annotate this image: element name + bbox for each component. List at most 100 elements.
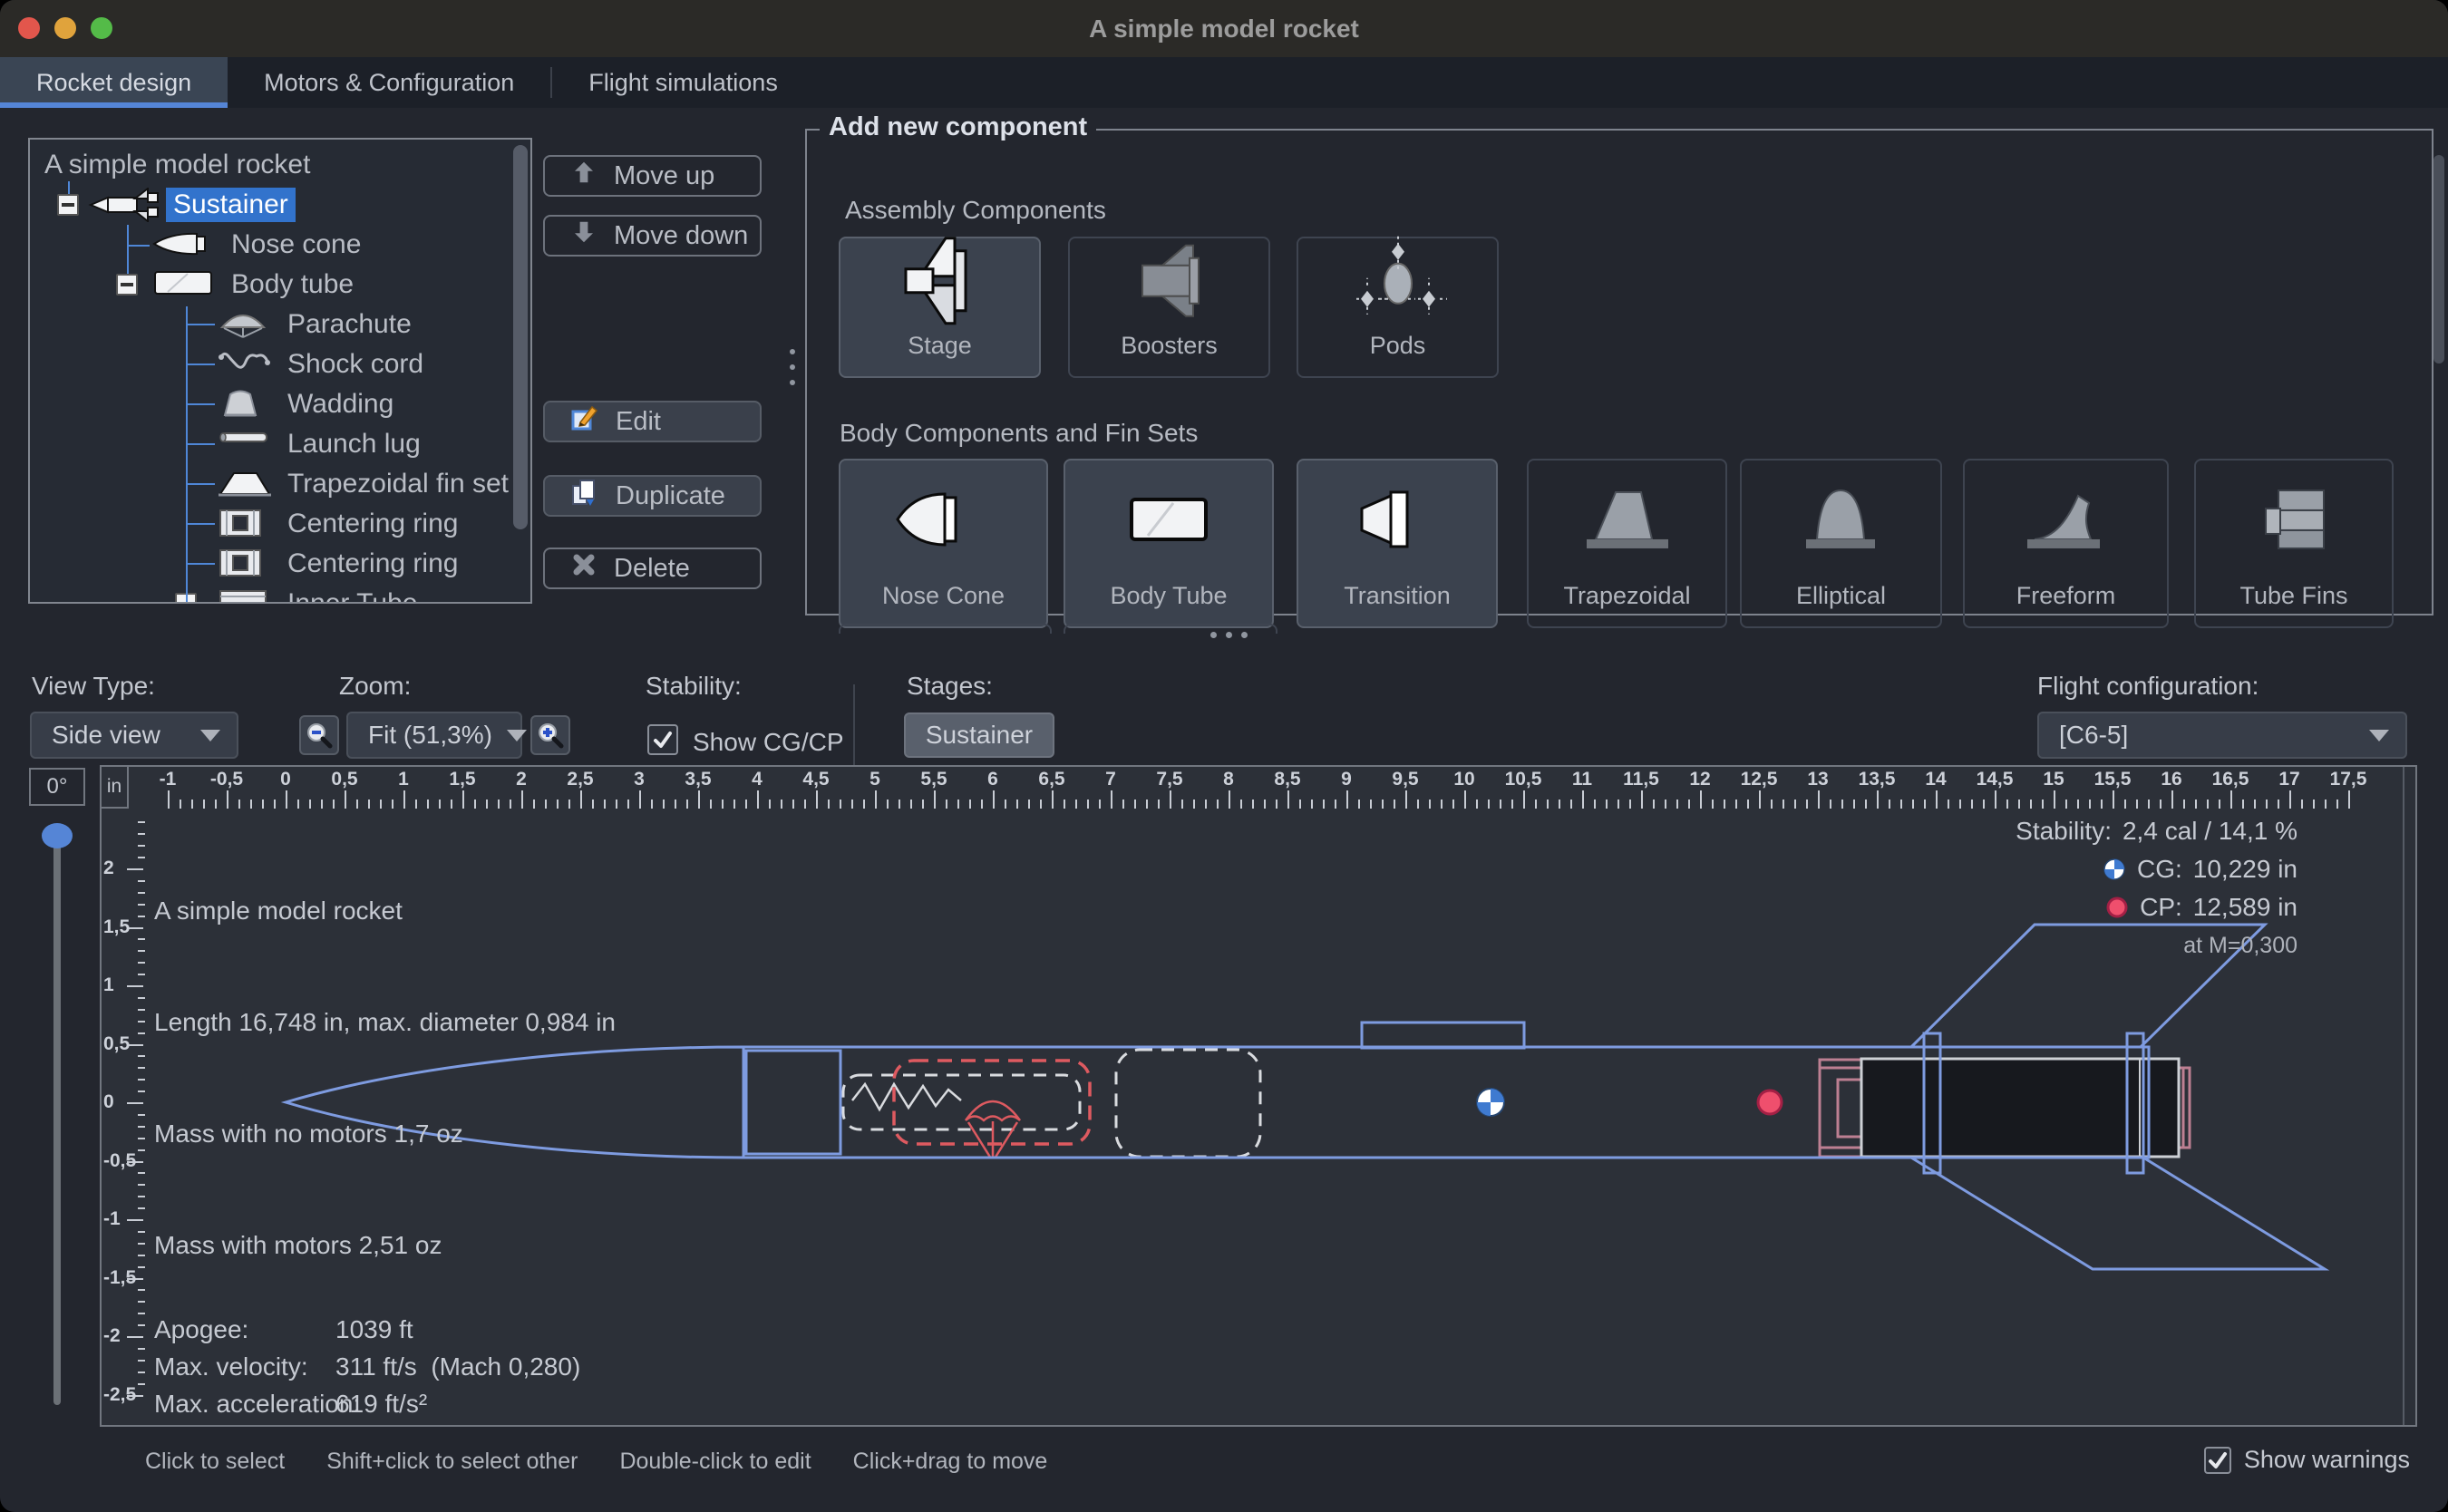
button-label: Move up	[614, 161, 714, 191]
fin-freeform-lg-icon	[2007, 473, 2125, 570]
rocket-length-line: Length 16,748 in, max. diameter 0,984 in	[154, 1003, 616, 1041]
show-cgcp-checkbox[interactable]	[647, 724, 678, 755]
motor-outline[interactable]	[1861, 1059, 2179, 1157]
tree-item-label[interactable]: Shock cord	[280, 347, 431, 382]
tab-rocket-design[interactable]: Rocket design	[0, 57, 228, 108]
rocket-stage-icon	[88, 188, 160, 222]
tree-connector	[186, 363, 215, 365]
edit-icon	[570, 403, 599, 440]
tree-item-centering-ring[interactable]: Centering ring	[30, 546, 530, 582]
velocity-value: 311 ft/s (Mach 0,280)	[335, 1348, 580, 1385]
zoom-in-button[interactable]	[530, 715, 570, 755]
shock-cord-outline[interactable]	[843, 1075, 1080, 1129]
cg-label: CG:	[2137, 850, 2182, 888]
canvas-scrollbar[interactable]	[2403, 767, 2404, 1425]
tree-item-inner-tube[interactable]: Inner Tube	[30, 586, 530, 604]
shock-cord-line[interactable]	[852, 1084, 961, 1110]
component-button-label: Transition	[1344, 582, 1451, 610]
add-component-title: Add new component	[820, 112, 1096, 142]
flight-config-select[interactable]: [C6-5]	[2037, 712, 2407, 759]
launch-lug-outline[interactable]	[1362, 1023, 1524, 1048]
tree-item-label[interactable]: Centering ring	[280, 547, 465, 581]
add-pods-button[interactable]: Pods	[1297, 237, 1499, 378]
tree-item-label[interactable]: Wadding	[280, 387, 401, 422]
parachute-glyph[interactable]	[966, 1101, 1020, 1158]
vertical-splitter-handle[interactable]	[1210, 632, 1248, 638]
tree-item-label[interactable]: Nose cone	[224, 228, 368, 262]
tree-item-label[interactable]: Inner Tube	[280, 586, 424, 604]
tree-item-shock-cord[interactable]: Shock cord	[30, 346, 530, 383]
stage-toggle-sustainer[interactable]: Sustainer	[904, 712, 1054, 758]
show-warnings-control: Show warnings	[2204, 1446, 2410, 1474]
zoom-out-button[interactable]	[299, 715, 339, 755]
view-type-select[interactable]: Side view	[30, 712, 238, 759]
stability-line-label: Stability:	[2016, 812, 2112, 850]
add-body-tube-button[interactable]: Body Tube	[1064, 459, 1274, 628]
parachute-icon	[217, 307, 269, 340]
tree-item-label[interactable]: Body tube	[224, 267, 361, 302]
delete-button[interactable]: Delete	[543, 548, 762, 589]
component-button-label: Body Tube	[1110, 582, 1227, 610]
fin-bottom-outline[interactable]	[1911, 1158, 2325, 1269]
add-transition-button[interactable]: Transition	[1297, 459, 1498, 628]
tree-item-label[interactable]: Parachute	[280, 307, 419, 342]
add-elliptical-button[interactable]: Elliptical	[1740, 459, 1942, 628]
transition-lg-icon	[1338, 473, 1456, 570]
zoom-level-select[interactable]: Fit (51,3%)	[346, 712, 522, 759]
tree-item-nose-cone[interactable]: Nose cone	[30, 227, 530, 263]
tree-item-label[interactable]: Launch lug	[280, 427, 428, 461]
stability-line-value: 2,4 cal / 14,1 %	[2123, 812, 2297, 850]
stability-label: Stability:	[646, 672, 742, 701]
tree-connector	[186, 563, 215, 565]
tree-item-label[interactable]: Sustainer	[166, 188, 296, 222]
tree-item-parachute[interactable]: Parachute	[30, 306, 530, 343]
rocket-info-block: A simple model rocket Length 16,748 in, …	[154, 818, 616, 1338]
tree-expand-toggle[interactable]	[116, 274, 138, 296]
add-trapezoidal-button[interactable]: Trapezoidal	[1527, 459, 1727, 628]
panel-splitter-handle[interactable]	[790, 349, 795, 385]
tree-item-trapezoidal-fin-set[interactable]: Trapezoidal fin set	[30, 466, 530, 502]
duplicate-button[interactable]: Duplicate	[543, 475, 762, 517]
rocket-mass-motors-line: Mass with motors 2,51 oz	[154, 1226, 616, 1264]
tree-root-item[interactable]: A simple model rocket	[44, 147, 310, 183]
rocket-name-line: A simple model rocket	[154, 892, 616, 929]
rotation-slider-knob[interactable]	[42, 823, 73, 848]
add-stage-button[interactable]: Stage	[839, 237, 1041, 378]
tree-item-label[interactable]: Trapezoidal fin set	[280, 467, 516, 501]
wadding-outline[interactable]	[1116, 1050, 1260, 1157]
body-tube-lg-icon	[1110, 473, 1228, 570]
tree-item-body-tube[interactable]: Body tube	[30, 267, 530, 303]
add-boosters-button[interactable]: Boosters	[1068, 237, 1270, 378]
tree-expand-toggle[interactable]	[57, 194, 79, 216]
nose-shoulder-outline[interactable]	[746, 1051, 840, 1154]
tree-connector	[186, 483, 215, 485]
tree-connector	[186, 324, 215, 325]
button-label: Move down	[614, 221, 748, 251]
move-up-button[interactable]: Move up	[543, 155, 762, 197]
edit-button[interactable]: Edit	[543, 401, 762, 442]
tree-scrollbar[interactable]	[513, 145, 528, 529]
tree-item-centering-ring[interactable]: Centering ring	[30, 506, 530, 542]
tree-item-wadding[interactable]: Wadding	[30, 386, 530, 422]
hint-text: Shift+click to select other	[326, 1449, 578, 1475]
show-warnings-checkbox[interactable]	[2204, 1447, 2231, 1474]
move-down-button[interactable]: Move down	[543, 215, 762, 257]
tree-item-launch-lug[interactable]: Launch lug	[30, 426, 530, 462]
status-hints: Click to selectShift+click to select oth…	[145, 1449, 1047, 1475]
cp-line: CP: 12,589 in	[2016, 888, 2297, 926]
add-tube-fins-button[interactable]: Tube Fins	[2194, 459, 2394, 628]
next-row-button-sliver[interactable]	[839, 624, 1052, 634]
chevron-down-icon	[200, 730, 220, 741]
tab-motors-configuration[interactable]: Motors & Configuration	[228, 57, 550, 108]
rotation-slider-track[interactable]	[53, 829, 61, 1405]
chevron-down-icon	[507, 730, 527, 741]
cp-label: CP:	[2140, 888, 2182, 926]
show-cgcp-label: Show CG/CP	[693, 728, 844, 757]
add-nose-cone-button[interactable]: Nose Cone	[839, 459, 1048, 628]
add-freeform-button[interactable]: Freeform	[1963, 459, 2169, 628]
tab-flight-simulations[interactable]: Flight simulations	[552, 57, 814, 108]
tree-item-label[interactable]: Centering ring	[280, 507, 465, 541]
add-component-scrollbar[interactable]	[2433, 155, 2444, 363]
flight-config-label: Flight configuration:	[2037, 672, 2259, 701]
rocket-canvas[interactable]: in -1-0,500,511,522,533,544,555,566,577,…	[100, 765, 2417, 1427]
